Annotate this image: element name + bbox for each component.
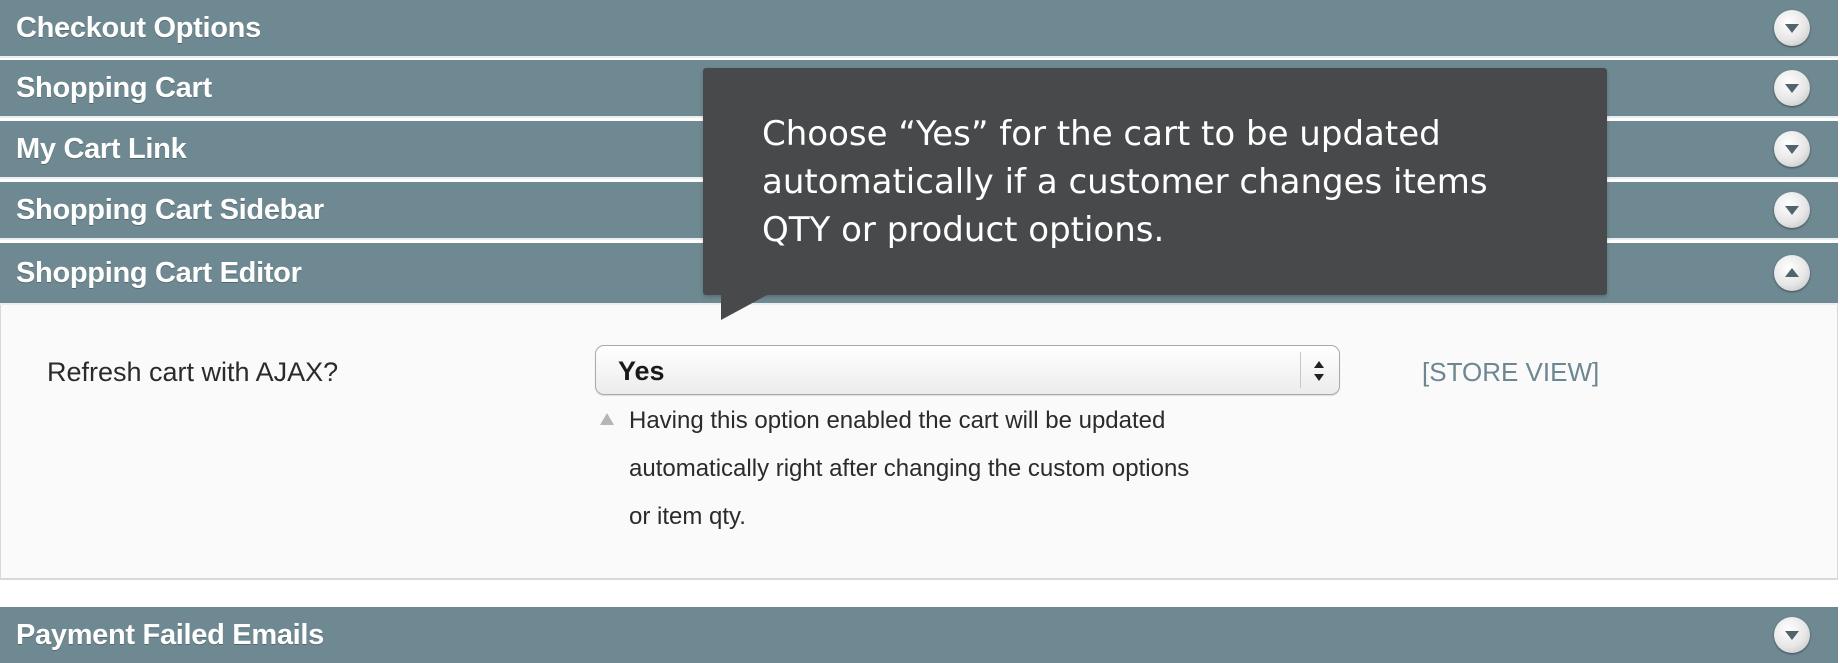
tooltip-pointer: [721, 294, 769, 320]
chevron-down-icon[interactable]: [1774, 617, 1810, 653]
tooltip-line: Choose “Yes” for the cart to be updated: [762, 114, 1441, 154]
help-tooltip: Choose “Yes” for the cart to be updated …: [703, 68, 1607, 320]
chevron-down-icon[interactable]: [1774, 10, 1810, 46]
field-label-refresh-cart: Refresh cart with AJAX?: [47, 357, 339, 387]
note-arrow-icon: [599, 412, 615, 431]
section-title: My Cart Link: [16, 132, 187, 165]
note-line: Having this option enabled the cart will…: [629, 407, 1166, 434]
chevron-down-icon[interactable]: [1774, 131, 1810, 167]
tooltip-text: Choose “Yes” for the cart to be updated …: [762, 110, 1582, 254]
note-line: or item qty.: [629, 503, 746, 530]
chevron-down-icon[interactable]: [1774, 192, 1810, 228]
note-line: automatically right after changing the c…: [629, 455, 1190, 482]
tooltip-line: automatically if a customer changes item…: [762, 162, 1488, 202]
chevron-up-icon[interactable]: [1774, 255, 1810, 291]
select-arrows-icon[interactable]: [1311, 358, 1327, 389]
section-title: Checkout Options: [16, 11, 261, 44]
section-header-checkout-options[interactable]: Checkout Options: [0, 0, 1838, 58]
refresh-cart-select[interactable]: Yes: [595, 345, 1340, 395]
chevron-down-icon[interactable]: [1774, 70, 1810, 106]
section-title: Payment Failed Emails: [16, 618, 324, 651]
section-title: Shopping Cart Editor: [16, 256, 302, 289]
field-note: Having this option enabled the cart will…: [629, 397, 1349, 541]
select-divider: [1300, 352, 1301, 388]
section-title: Shopping Cart: [16, 71, 212, 104]
section-header-payment-failed-emails[interactable]: Payment Failed Emails: [0, 607, 1838, 663]
scope-label: [STORE VIEW]: [1422, 357, 1600, 387]
section-title: Shopping Cart Sidebar: [16, 193, 324, 226]
shopping-cart-editor-panel: Refresh cart with AJAX? Yes [STORE VIEW]…: [0, 305, 1838, 580]
tooltip-line: QTY or product options.: [762, 210, 1165, 250]
select-value: Yes: [618, 356, 665, 386]
